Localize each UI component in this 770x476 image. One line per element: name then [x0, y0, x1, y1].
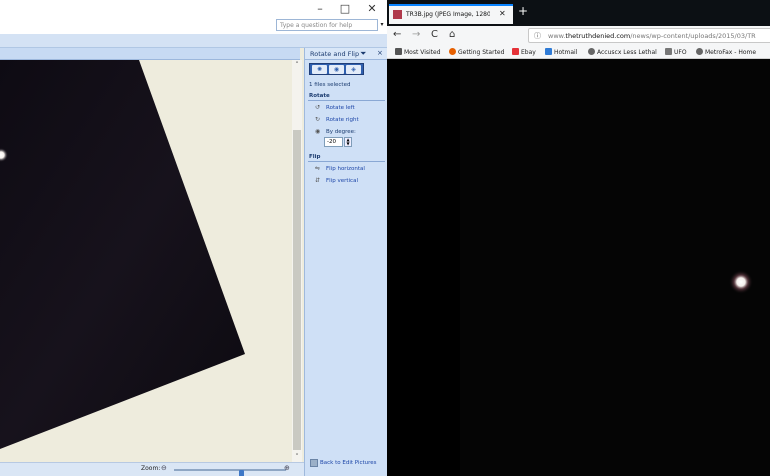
- site-info-icon[interactable]: ⓘ: [534, 31, 541, 41]
- edit-pictures-icon: [310, 459, 318, 467]
- rotate-right-icon: ↻: [315, 116, 321, 123]
- zoom-slider-thumb[interactable]: [239, 470, 244, 476]
- tab-close-icon[interactable]: ✕: [499, 9, 506, 18]
- navigation-bar: ← → C ⌂ ⓘ www.thetruthdenied.com/news/wp…: [387, 26, 770, 45]
- help-dropdown-arrow-icon[interactable]: ▾: [378, 20, 386, 30]
- ebay-icon: [512, 48, 519, 55]
- maximize-button[interactable]: □: [336, 2, 354, 16]
- tab-bar: TR3B.jpg (JPEG Image, 1280 × ✕ +: [387, 0, 770, 26]
- close-button[interactable]: ✕: [363, 2, 381, 16]
- scroll-up-arrow-icon[interactable]: ˄: [292, 60, 302, 70]
- bookmark-label: Accuscx Less Lethal: [597, 49, 657, 56]
- rotate-section-heading: Rotate: [309, 93, 330, 99]
- bookmark-label: Most Visited: [404, 49, 441, 56]
- bookmark-ebay[interactable]: Ebay: [512, 48, 536, 56]
- bookmark-label: Hotmail: [554, 49, 578, 56]
- task-pane-menu-icon[interactable]: ⏷: [360, 49, 366, 59]
- task-pane-title: Rotate and Flip: [310, 50, 360, 58]
- section-divider: [308, 161, 385, 162]
- flip-vertical-link[interactable]: Flip vertical: [326, 178, 358, 184]
- image-favicon-icon: [393, 10, 402, 19]
- minimize-button[interactable]: –: [311, 2, 329, 16]
- degree-input[interactable]: -20: [324, 137, 343, 147]
- by-degree-radio-icon[interactable]: ◉: [315, 128, 320, 135]
- section-divider: [308, 100, 385, 101]
- pane-back-icon[interactable]: ✺: [312, 65, 327, 74]
- flip-vertical-icon: ⇵: [315, 177, 321, 184]
- scroll-down-arrow-icon[interactable]: ˅: [292, 452, 302, 462]
- scrollbar-thumb[interactable]: [293, 130, 301, 450]
- forward-arrow-icon[interactable]: →: [412, 29, 420, 40]
- bookmark-most-visited[interactable]: Most Visited: [395, 48, 441, 56]
- zoom-label: Zoom:: [141, 465, 161, 472]
- bookmark-label: UFO: [674, 49, 687, 56]
- browser-window: TR3B.jpg (JPEG Image, 1280 × ✕ + ← → C ⌂…: [387, 0, 770, 476]
- task-pane-close-icon[interactable]: ×: [377, 49, 383, 57]
- image-viewer[interactable]: [387, 59, 770, 476]
- back-to-edit-pictures-link[interactable]: Back to Edit Pictures: [320, 460, 377, 466]
- rotate-right-link[interactable]: Rotate right: [326, 117, 359, 123]
- globe-icon: [588, 48, 595, 55]
- rotate-left-link[interactable]: Rotate left: [326, 105, 355, 111]
- pane-home-icon[interactable]: ◈: [346, 65, 361, 74]
- pane-forward-icon[interactable]: ◉: [329, 65, 344, 74]
- zoom-out-icon[interactable]: ⊖: [161, 464, 171, 474]
- bookmark-metrofax-home[interactable]: MetroFax - Home: [696, 48, 756, 56]
- windows-icon: [545, 48, 552, 55]
- bookmark-getting-started[interactable]: Getting Started: [449, 48, 504, 56]
- bookmark-accuscx-less-lethal[interactable]: Accuscx Less Lethal: [588, 48, 657, 56]
- tab-active[interactable]: TR3B.jpg (JPEG Image, 1280 × ✕: [389, 4, 513, 24]
- back-arrow-icon[interactable]: ←: [393, 29, 401, 40]
- task-pane-toolbar: ✺ ◉ ◈: [309, 63, 364, 75]
- picture-manager-window: – □ ✕ Type a question for help ▾ ˄ ˅ Zoo…: [0, 0, 387, 476]
- status-bar: Zoom: ⊖ ⊕: [0, 462, 304, 476]
- photo-night-sky: [0, 60, 245, 449]
- bright-light-spot: [729, 270, 753, 294]
- rotate-flip-task-pane: Rotate and Flip ⏷ × ✺ ◉ ◈ 1 files select…: [304, 48, 387, 476]
- rotated-photo: [0, 60, 245, 449]
- url-text: www.thetruthdenied.com/news/wp-content/u…: [548, 32, 756, 40]
- files-selected-text: 1 files selected: [309, 82, 351, 88]
- flip-horizontal-icon: ⇋: [315, 165, 321, 172]
- flip-section-heading: Flip: [309, 154, 321, 160]
- url-bar[interactable]: ⓘ www.thetruthdenied.com/news/wp-content…: [528, 28, 770, 43]
- zoom-in-icon[interactable]: ⊕: [284, 464, 294, 474]
- toolbar: [0, 34, 387, 48]
- bookmark-hotmail[interactable]: Hotmail: [545, 48, 577, 56]
- help-question-input[interactable]: Type a question for help: [276, 19, 378, 31]
- firefox-icon: [449, 48, 456, 55]
- flip-horizontal-link[interactable]: Flip horizontal: [326, 166, 365, 172]
- folder-icon: [665, 48, 672, 55]
- reload-icon[interactable]: C: [431, 29, 438, 40]
- view-header-strip: [0, 48, 300, 60]
- degree-spinner[interactable]: ▲ ▼: [344, 137, 352, 147]
- gear-icon: [395, 48, 402, 55]
- image-canvas[interactable]: [0, 60, 292, 462]
- zoom-slider[interactable]: [174, 469, 286, 476]
- home-icon[interactable]: ⌂: [449, 29, 455, 40]
- night-sky-image: [460, 59, 770, 476]
- globe-icon: [696, 48, 703, 55]
- bookmark-ufo[interactable]: UFO: [665, 48, 687, 56]
- new-tab-icon[interactable]: +: [518, 4, 528, 18]
- rotate-left-icon: ↺: [315, 104, 321, 111]
- bookmark-label: Ebay: [521, 49, 536, 56]
- tab-title: TR3B.jpg (JPEG Image, 1280 ×: [406, 11, 490, 18]
- task-pane-header: Rotate and Flip ⏷ ×: [305, 48, 387, 60]
- vertical-scrollbar[interactable]: ˄ ˅: [292, 60, 302, 462]
- bookmarks-toolbar: Most Visited Getting Started Ebay Hotmail Ac…: [387, 45, 770, 59]
- by-degree-label: By degree:: [326, 129, 356, 135]
- title-bar: – □ ✕: [0, 0, 387, 20]
- bookmark-label: MetroFax - Home: [705, 49, 757, 56]
- bookmark-label: Getting Started: [458, 49, 505, 56]
